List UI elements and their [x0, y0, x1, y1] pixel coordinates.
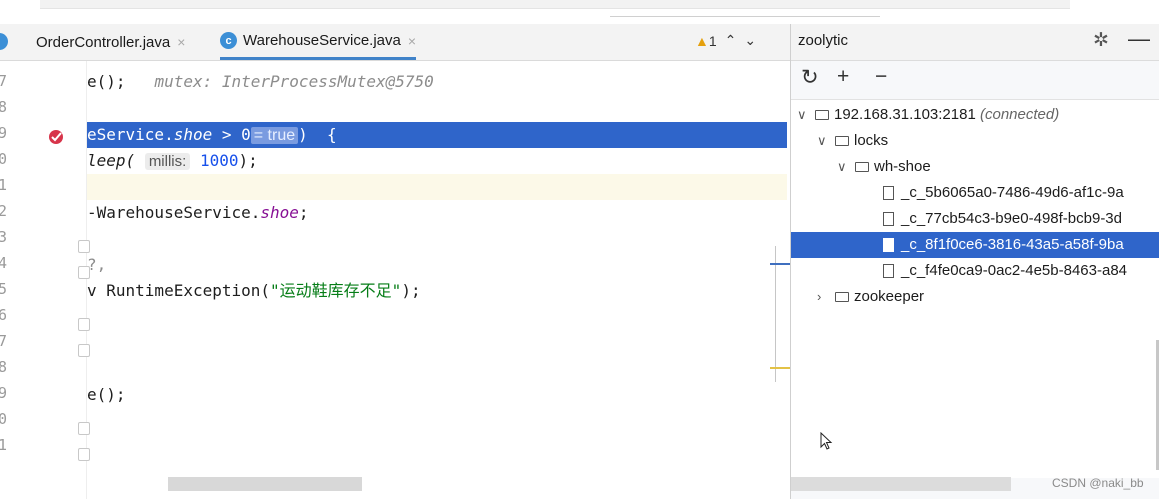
connection-label: 192.168.31.103:2181: [834, 106, 976, 123]
parameter-hint: millis:: [144, 153, 191, 170]
breakpoint-icon[interactable]: [46, 127, 66, 147]
inspection-widget[interactable]: ▲1 ⌃ ⌄: [695, 32, 756, 49]
warning-icon: ▲: [695, 32, 709, 49]
previous-highlight-icon[interactable]: ⌃: [725, 32, 737, 49]
file-icon: [883, 238, 894, 253]
tree-node-locks[interactable]: ∨ locks: [817, 128, 888, 154]
tab-label: OrderController.java: [36, 33, 171, 51]
zoolytic-panel: zoolytic ✲ — ↻ + − ∨ 192.168.31.103:2181 …: [790, 24, 1159, 499]
code-line: leep( millis: 1000);: [87, 151, 258, 170]
folder-icon: [835, 136, 849, 147]
file-icon: [883, 264, 894, 279]
expanded-icon[interactable]: ∨: [817, 128, 835, 154]
node-label: _c_77cb54c3-b9e0-498f-bcb9-3d: [901, 210, 1122, 227]
class-icon: [0, 33, 8, 50]
code-line: -WarehouseService.shoe;: [87, 203, 309, 222]
expanded-icon[interactable]: ∨: [797, 102, 815, 128]
warning-count: 1: [708, 32, 717, 49]
tree-node-lock-child[interactable]: _c_77cb54c3-b9e0-498f-bcb9-3d: [883, 206, 1122, 232]
line-number: 7: [0, 72, 8, 90]
collapsed-icon[interactable]: ›: [817, 284, 835, 310]
panel-title: zoolytic: [798, 32, 849, 49]
line-number: 4: [0, 254, 8, 272]
line-number: 5: [0, 280, 8, 298]
line-number: 8: [0, 358, 8, 376]
close-icon[interactable]: ×: [177, 34, 185, 50]
error-stripe-mark[interactable]: [770, 367, 790, 369]
tree-node-zookeeper[interactable]: › zookeeper: [817, 284, 924, 310]
line-number: 9: [0, 124, 8, 142]
remove-icon[interactable]: −: [875, 65, 887, 89]
tree-node-wh-shoe[interactable]: ∨ wh-shoe: [837, 154, 931, 180]
next-highlight-icon[interactable]: ⌄: [744, 32, 756, 49]
top-strip: [0, 0, 1159, 22]
execution-point-line: eService.shoe > 0 = true) {: [87, 122, 787, 148]
folder-icon: [855, 162, 869, 173]
node-label: locks: [854, 132, 889, 149]
code-line: e();: [87, 385, 126, 404]
line-number: 9: [0, 384, 8, 402]
connection-status: (connected): [979, 106, 1060, 123]
evaluated-value: = true: [250, 127, 299, 144]
expanded-icon[interactable]: ∨: [837, 154, 855, 180]
panel-toolbar: ↻ + −: [791, 61, 1159, 99]
caret-line: [87, 174, 787, 200]
line-number: 3: [0, 228, 8, 246]
code-line: e(); mutex: InterProcessMutex@5750: [87, 72, 434, 91]
line-number: 1: [0, 176, 8, 194]
tab-label: WarehouseService.java: [243, 32, 401, 49]
panel-horizontal-scrollbar[interactable]: [791, 477, 1011, 491]
line-number: 7: [0, 332, 8, 350]
inline-debug-value: mutex: InterProcessMutex@5750: [154, 72, 434, 91]
tab-order-controller[interactable]: OrderController.java ×: [0, 24, 185, 60]
tab-warehouse-service[interactable]: c WarehouseService.java ×: [220, 24, 417, 60]
code-area[interactable]: e(); mutex: InterProcessMutex@5750 eServ…: [87, 61, 790, 499]
line-number: 6: [0, 306, 8, 324]
file-icon: [883, 186, 894, 201]
hide-panel-icon[interactable]: —: [1128, 26, 1150, 52]
zookeeper-tree: ∨ 192.168.31.103:2181 (connected) ∨ locks …: [791, 99, 1159, 478]
line-number: 2: [0, 202, 8, 220]
node-label: _c_5b6065a0-7486-49d6-af1c-9a: [901, 184, 1124, 201]
folder-icon: [835, 292, 849, 303]
line-number-gutter[interactable]: 7 8 9 0 1 2 3 4 5 6 7 8 9 0 1: [0, 61, 90, 499]
tree-node-lock-child[interactable]: _c_f4fe0ca9-0ac2-4e5b-8463-a84: [883, 258, 1127, 284]
error-stripe-mark[interactable]: [770, 263, 790, 265]
file-icon: [883, 212, 894, 227]
add-icon[interactable]: +: [837, 65, 849, 89]
code-line: ?,: [87, 255, 107, 274]
editor-horizontal-scrollbar[interactable]: [168, 477, 362, 491]
tree-node-lock-child-selected[interactable]: _c_8f1f0ce6-3816-43a5-a58f-9ba: [791, 232, 1159, 258]
tree-node-lock-child[interactable]: _c_5b6065a0-7486-49d6-af1c-9a: [883, 180, 1124, 206]
refresh-icon[interactable]: ↻: [801, 65, 819, 90]
node-label: _c_f4fe0ca9-0ac2-4e5b-8463-a84: [901, 262, 1128, 279]
code-line: v RuntimeException("运动鞋库存不足");: [87, 281, 421, 300]
node-label: _c_8f1f0ce6-3816-43a5-a58f-9ba: [901, 236, 1124, 253]
editor-vertical-scrollbar[interactable]: [775, 246, 786, 382]
gear-icon[interactable]: ✲: [1093, 29, 1109, 52]
folder-icon: [815, 110, 829, 121]
line-number: 0: [0, 150, 8, 168]
code-editor: OrderController.java × c WarehouseServic…: [0, 24, 790, 499]
editor-tab-bar: OrderController.java × c WarehouseServic…: [0, 24, 790, 61]
class-icon: c: [220, 32, 237, 49]
node-label: zookeeper: [854, 288, 925, 305]
panel-header: zoolytic ✲ —: [791, 24, 1159, 61]
tree-node-connection[interactable]: ∨ 192.168.31.103:2181 (connected): [797, 102, 1059, 128]
close-icon[interactable]: ×: [408, 33, 416, 49]
node-label: wh-shoe: [874, 158, 931, 175]
mouse-pointer-icon: [820, 432, 833, 450]
watermark: CSDN @naki_bb: [1052, 476, 1144, 490]
toolbar-strip: [40, 0, 1070, 9]
warning-indicator[interactable]: ▲1: [695, 33, 717, 49]
toolbar-scroll-thumb[interactable]: [610, 6, 880, 17]
line-number: 0: [0, 410, 8, 428]
line-number: 1: [0, 436, 8, 454]
line-number: 8: [0, 98, 8, 116]
